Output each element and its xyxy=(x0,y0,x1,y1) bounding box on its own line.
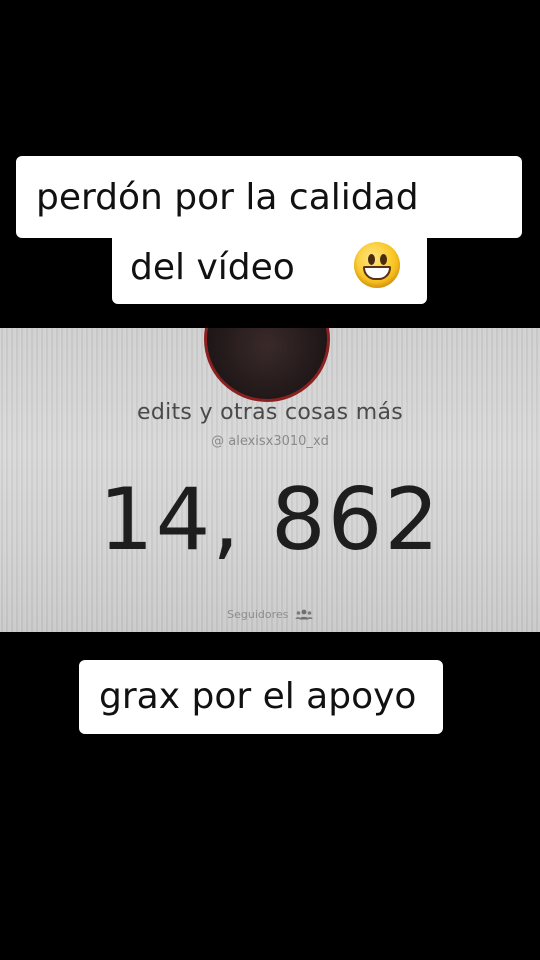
caption-top-line1-text: perdón por la calidad xyxy=(36,177,419,218)
people-icon xyxy=(295,609,313,623)
follower-count: 14, 862 xyxy=(98,470,442,570)
emoji-eye-left xyxy=(368,254,375,265)
caption-bottom-text: grax por el apoyo xyxy=(99,676,417,717)
channel-title: edits y otras cosas más xyxy=(136,400,403,425)
caption-top-line2: del vídeo xyxy=(112,232,427,304)
caption-top-line1: perdón por la calidad xyxy=(16,156,522,238)
followers-label-row: Seguidores xyxy=(0,608,540,623)
emoji-mouth xyxy=(363,266,391,280)
channel-avatar xyxy=(204,328,330,402)
caption-bottom: grax por el apoyo xyxy=(79,660,443,734)
filmed-screen: edits y otras cosas más @ alexisx3010_xd… xyxy=(0,328,540,632)
emoji-eye-right xyxy=(380,254,387,265)
caption-top-line2-text: del vídeo xyxy=(130,247,295,288)
followers-label: Seguidores xyxy=(227,608,289,621)
channel-handle: @ alexisx3010_xd xyxy=(211,434,329,449)
grinning-emoji-icon xyxy=(354,242,400,288)
